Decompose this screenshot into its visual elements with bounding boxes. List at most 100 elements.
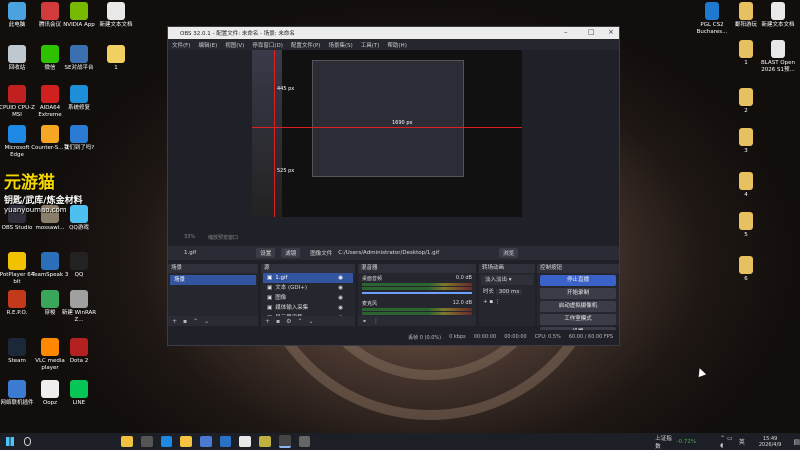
edge-taskbar-icon[interactable]: [160, 436, 173, 447]
mouse-cursor-icon: [695, 366, 707, 378]
properties-button[interactable]: 设置: [256, 248, 276, 258]
desktop-icon[interactable]: PGL CS2 Buchares...: [693, 2, 731, 36]
settings-icon[interactable]: [298, 436, 311, 447]
desktop-icon[interactable]: NVIDIA App: [60, 2, 98, 29]
obs-window[interactable]: OBS 32.0.1 - 配置文件: 未命名 - 场景: 未命名 – □ × 文…: [167, 26, 620, 346]
search-icon[interactable]: [23, 437, 32, 446]
desktop-icon[interactable]: LINE: [60, 380, 98, 407]
maximize-icon[interactable]: □: [588, 28, 595, 36]
desktop-icon[interactable]: 新建文本文档: [97, 2, 135, 29]
menu-item[interactable]: 停靠窗口(D): [252, 41, 283, 49]
copilot-icon[interactable]: [121, 436, 134, 447]
down-icon[interactable]: ⌄: [204, 318, 209, 325]
source-item[interactable]: ▣ 1.gif ◉: [263, 273, 353, 283]
menu-item[interactable]: 工具(T): [361, 41, 380, 49]
browse-button[interactable]: 浏览: [499, 248, 519, 258]
visibility-eye-icon[interactable]: ◉: [338, 283, 343, 293]
desktop-icon-label: 1: [114, 65, 118, 71]
channel-name: 桌面音频: [362, 276, 383, 282]
explorer-icon[interactable]: [180, 436, 193, 447]
desktop-icon[interactable]: 6: [727, 256, 765, 283]
delete-icon[interactable]: ▪: [489, 299, 493, 305]
file-path-field[interactable]: C:/Users/Administrator/Desktop/1.gif: [338, 250, 439, 256]
desktop-icon[interactable]: 我们到了吗?: [60, 125, 98, 152]
windows-start-icon[interactable]: [6, 437, 14, 446]
filters-button[interactable]: 滤镜: [281, 248, 301, 258]
tray-icons[interactable]: ⌃ ▭ ◖: [720, 435, 735, 449]
notifications-icon[interactable]: ▤: [793, 438, 800, 446]
add-icon[interactable]: +: [483, 299, 488, 305]
file-icon: [739, 88, 753, 106]
obs-preview[interactable]: 1690 px 445 px 525 px: [252, 50, 522, 217]
studio-mode-button[interactable]: 工作室模式: [540, 314, 616, 325]
mixer-title: 混音器: [358, 264, 476, 273]
source-item[interactable]: ▣ 图像 ◉: [263, 293, 353, 303]
zoom-level[interactable]: 33%: [184, 234, 195, 240]
menu-item[interactable]: 配置文件(P): [291, 41, 321, 49]
duration-field[interactable]: 300 ms: [495, 289, 523, 295]
delete-icon[interactable]: ▪: [276, 318, 280, 325]
menu-item[interactable]: 文件(F): [172, 41, 190, 49]
stop-stream-button[interactable]: 停止直播: [540, 275, 616, 286]
start-virtual-camera-button[interactable]: 启动虚拟摄像机: [540, 301, 616, 312]
menu-item[interactable]: 帮助(H): [387, 41, 406, 49]
desktop-icon[interactable]: 5: [727, 212, 765, 239]
notes-icon[interactable]: [239, 436, 252, 447]
app-icon: [70, 290, 88, 308]
mail-icon[interactable]: [219, 436, 232, 447]
obs-taskbar-icon[interactable]: [278, 435, 291, 448]
source-item[interactable]: ▣ 媒体输入采集 ◉: [263, 303, 353, 313]
volume-slider[interactable]: [362, 292, 472, 294]
minimize-icon[interactable]: –: [564, 28, 568, 36]
market-label[interactable]: 上证指数: [655, 434, 673, 450]
menu-icon[interactable]: ⋮: [373, 318, 379, 325]
source-item[interactable]: ▣ 文本 (GDI+) ◉: [263, 283, 353, 293]
down-icon[interactable]: ⌄: [309, 318, 314, 325]
obs-titlebar[interactable]: OBS 32.0.1 - 配置文件: 未命名 - 场景: 未命名 – □ ×: [168, 27, 619, 39]
menu-item[interactable]: 场景集(S): [328, 41, 352, 49]
add-icon[interactable]: +: [265, 318, 270, 325]
language-indicator[interactable]: 英: [739, 437, 745, 446]
desktop-icon[interactable]: 4: [727, 172, 765, 199]
desktop-icon[interactable]: SE对战平台: [60, 45, 98, 72]
desktop-icon-label: 系统修复: [67, 105, 90, 111]
scenes-title: 场景: [168, 264, 258, 273]
desktop-icon[interactable]: 系统修复: [60, 85, 98, 112]
clock[interactable]: 15:49 2026/4/9: [759, 436, 781, 448]
menu-item[interactable]: 视图(V): [225, 41, 244, 49]
channel-db: 0.0 dB: [455, 275, 472, 281]
link-icon[interactable]: ⚭: [362, 318, 367, 325]
app-icon: [70, 252, 88, 270]
image-file-label: 图像文件: [310, 251, 333, 257]
mixer-header: 麦克风 12.0 dB: [358, 300, 476, 307]
add-icon[interactable]: +: [172, 318, 177, 325]
start-recording-button[interactable]: 开始录制: [540, 288, 616, 299]
desktop-icon[interactable]: 3: [727, 128, 765, 155]
visibility-eye-icon[interactable]: ◉: [338, 303, 343, 313]
app-icon[interactable]: [259, 436, 271, 447]
store-icon[interactable]: [200, 436, 212, 447]
desktop-icon[interactable]: Dota 2: [60, 338, 98, 365]
gear-icon[interactable]: ⚙: [286, 318, 291, 325]
desktop-icon[interactable]: 2: [727, 88, 765, 115]
up-icon[interactable]: ⌃: [193, 318, 198, 325]
desktop-icon[interactable]: 新建文本文档: [759, 2, 797, 29]
source-label: 1.gif: [275, 275, 288, 281]
desktop-icon[interactable]: 1: [97, 45, 135, 72]
up-icon[interactable]: ⌃: [298, 318, 303, 325]
task-view-icon[interactable]: [141, 436, 153, 447]
app-icon: [8, 290, 26, 308]
visibility-eye-icon[interactable]: ◉: [338, 273, 343, 283]
obs-title: OBS 32.0.1 - 配置文件: 未命名 - 场景: 未命名: [180, 31, 295, 37]
close-icon[interactable]: ×: [608, 28, 614, 36]
desktop-icon[interactable]: BLAST Open 2026 S1预...: [759, 40, 797, 74]
zoom-bar: 33% 缩放预览窗口: [168, 233, 619, 242]
desktop-icon[interactable]: QQ: [60, 252, 98, 279]
scene-item[interactable]: 场景: [170, 275, 256, 285]
desktop-icon[interactable]: 新建 WinRAR Z...: [60, 290, 98, 324]
delete-icon[interactable]: ▪: [183, 318, 187, 325]
visibility-eye-icon[interactable]: ◉: [338, 293, 343, 303]
menu-item[interactable]: 编辑(E): [198, 41, 217, 49]
transition-select[interactable]: 淡入淡出 ▾: [481, 275, 533, 285]
menu-icon[interactable]: ⋮: [495, 299, 501, 305]
